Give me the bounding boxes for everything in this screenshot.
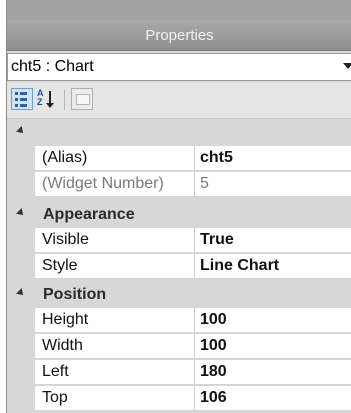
property-name: Top [35,386,195,411]
property-value[interactable]: 100 [195,308,351,333]
property-name: (Alias) [35,146,195,171]
category-label: Position [43,286,107,303]
property-name: Style [35,254,195,279]
panel-top-strip [7,0,351,20]
collapse-caret-icon[interactable] [16,208,26,218]
property-value[interactable]: cht5 [195,146,351,171]
property-value[interactable]: 100 [195,334,351,359]
toolbar-separator [64,90,65,110]
object-selector-value: cht5 : Chart [11,58,94,75]
property-row-style[interactable]: Style Line Chart [7,254,351,280]
panel-title: Properties [7,20,351,51]
property-name: (Widget Number) [35,172,195,197]
property-value[interactable]: 180 [195,360,351,385]
property-name: Width [35,334,195,359]
categorized-icon[interactable] [11,88,33,110]
chevron-down-icon[interactable] [343,63,351,69]
category-row-misc[interactable] [7,120,351,146]
property-row-height[interactable]: Height 100 [7,308,351,334]
collapse-caret-icon[interactable] [16,126,26,136]
object-selector-dropdown[interactable]: cht5 : Chart [7,53,351,81]
property-name: Visible [35,228,195,253]
property-row-width[interactable]: Width 100 [7,334,351,360]
property-value: 5 [195,172,351,197]
properties-toolbar: AZ [7,82,351,119]
property-row-visible[interactable]: Visible True [7,228,351,254]
collapse-caret-icon[interactable] [16,288,26,298]
alphabetical-sort-icon[interactable]: AZ [36,88,58,110]
category-row-appearance[interactable]: Appearance [7,202,351,228]
property-value[interactable]: True [195,228,351,253]
properties-panel: Properties cht5 : Chart AZ (Alias) cht5 [6,0,351,413]
property-pages-icon[interactable] [71,88,93,110]
property-row-widget-number[interactable]: (Widget Number) 5 [7,172,351,198]
property-row-alias[interactable]: (Alias) cht5 [7,146,351,172]
property-row-top[interactable]: Top 106 [7,386,351,412]
property-name: Left [35,360,195,385]
property-value[interactable]: Line Chart [195,254,351,279]
category-row-position[interactable]: Position [7,282,351,308]
property-row-left[interactable]: Left 180 [7,360,351,386]
category-label: Appearance [43,206,135,223]
property-name: Height [35,308,195,333]
property-value[interactable]: 106 [195,386,351,411]
